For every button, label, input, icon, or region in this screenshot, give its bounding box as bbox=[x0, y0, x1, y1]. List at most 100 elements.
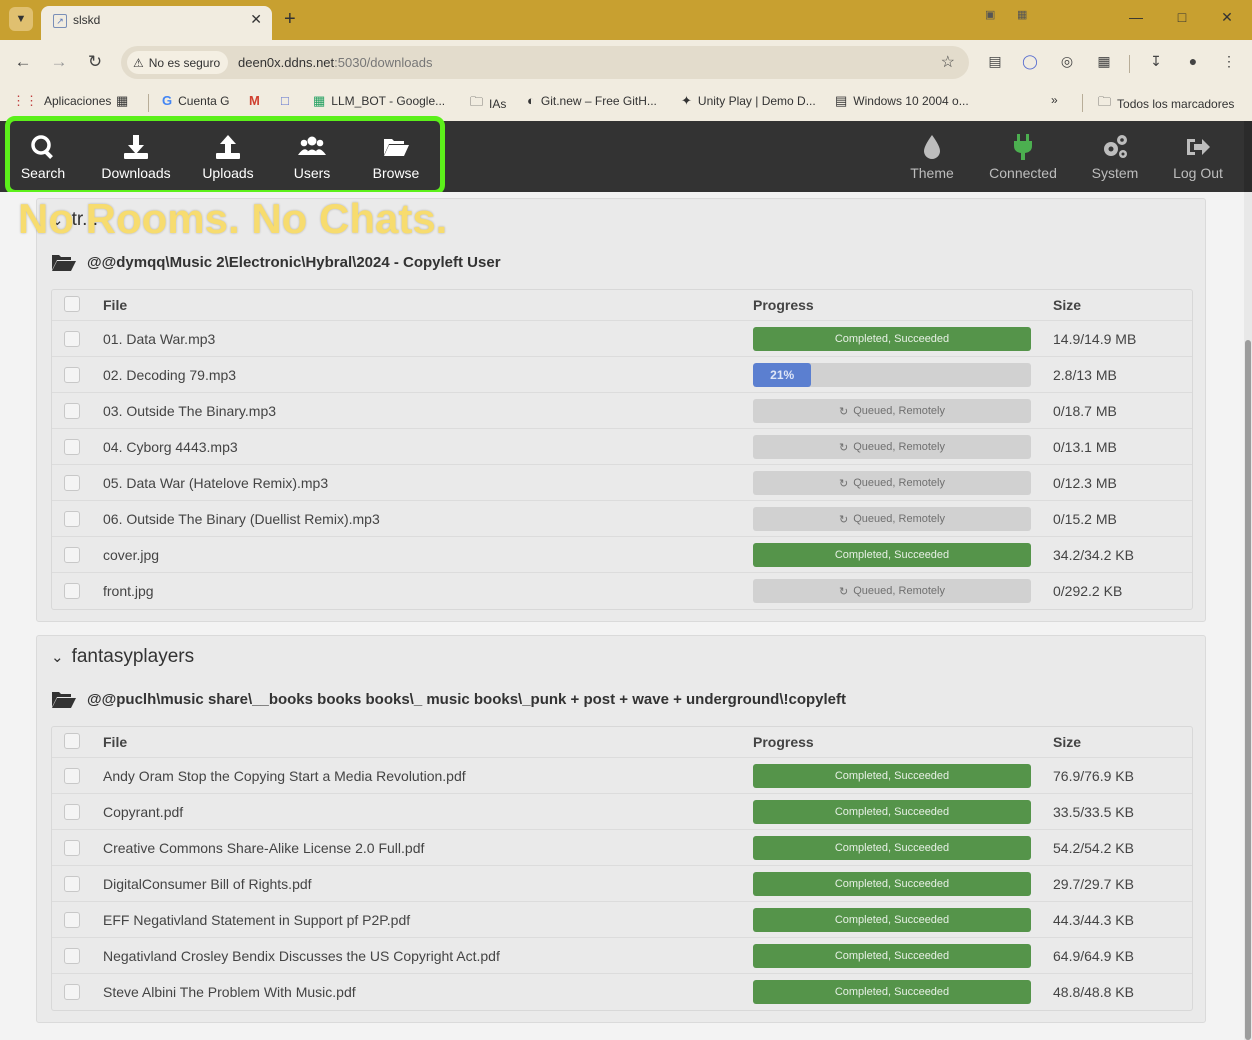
nav-system[interactable]: System bbox=[1085, 121, 1145, 192]
table-row[interactable]: Andy Oram Stop the Copying Start a Media… bbox=[52, 758, 1192, 794]
minimize-button[interactable]: — bbox=[1126, 9, 1146, 25]
bookmark-star-icon[interactable]: ☆ bbox=[941, 52, 955, 72]
progress-bar-completed: Completed, Succeeded bbox=[753, 908, 1031, 932]
bookmark-apps[interactable]: ⋮⋮ Aplicaciones bbox=[12, 93, 111, 109]
upload-icon bbox=[216, 134, 240, 159]
row-checkbox[interactable] bbox=[64, 439, 80, 455]
row-checkbox[interactable] bbox=[64, 768, 80, 784]
row-checkbox[interactable] bbox=[64, 511, 80, 527]
table-row[interactable]: EFF Negativland Statement in Support pf … bbox=[52, 902, 1192, 938]
nav-search[interactable]: Search bbox=[13, 121, 73, 192]
extension-w-icon[interactable]: ◎ bbox=[1057, 53, 1077, 70]
nav-theme[interactable]: Theme bbox=[902, 121, 962, 192]
security-chip[interactable]: ⚠ No es seguro bbox=[127, 51, 229, 74]
table-row[interactable]: 01. Data War.mp3 Completed, Succeeded 14.9… bbox=[52, 321, 1192, 357]
bookmark-windows[interactable]: ▤ Windows 10 2004 o... bbox=[835, 93, 969, 109]
nav-users[interactable]: Users bbox=[282, 121, 342, 192]
table-row[interactable]: 02. Decoding 79.mp3 21% 2.8/13 MB bbox=[52, 357, 1192, 393]
row-checkbox[interactable] bbox=[64, 984, 80, 1000]
forward-button[interactable]: → bbox=[47, 52, 71, 72]
browser-tab[interactable]: ↗ slskd ✕ bbox=[41, 6, 272, 40]
group-header[interactable]: ⌄ fantasyplayers bbox=[51, 646, 194, 668]
keyboard-icon[interactable]: ▦ bbox=[1017, 8, 1027, 21]
tab-title: slskd bbox=[73, 13, 101, 27]
nav-uploads[interactable]: Uploads bbox=[193, 121, 263, 192]
table-row[interactable]: 05. Data War (Hatelove Remix).mp3 ↻ Queued… bbox=[52, 465, 1192, 501]
row-checkbox[interactable] bbox=[64, 948, 80, 964]
new-tab-button[interactable]: + bbox=[284, 7, 296, 31]
nav-logout[interactable]: Log Out bbox=[1168, 121, 1228, 192]
address-bar[interactable]: ⚠ No es seguro deen0x.ddns.net:5030/down… bbox=[121, 46, 969, 79]
all-bookmarks[interactable]: 🗀 Todos los marcadores bbox=[1098, 93, 1234, 115]
row-checkbox[interactable] bbox=[64, 876, 80, 892]
row-checkbox[interactable] bbox=[64, 475, 80, 491]
nav-label: Search bbox=[20, 164, 66, 181]
cast-icon[interactable]: ▣ bbox=[985, 8, 995, 21]
row-checkbox[interactable] bbox=[64, 912, 80, 928]
folder-open-icon bbox=[52, 255, 76, 271]
file-size: 54.2/54.2 KB bbox=[1053, 840, 1134, 856]
extension-doc-icon[interactable]: ▤ bbox=[985, 53, 1005, 70]
file-size: 64.9/64.9 KB bbox=[1053, 948, 1134, 964]
downloads-icon[interactable]: ↧ bbox=[1146, 53, 1166, 70]
select-all-checkbox[interactable] bbox=[64, 296, 80, 312]
row-checkbox[interactable] bbox=[64, 367, 80, 383]
table-row[interactable]: Creative Commons Share-Alike License 2.0… bbox=[52, 830, 1192, 866]
extensions-puzzle-icon[interactable]: ▦ bbox=[1094, 53, 1114, 70]
folder-open-icon bbox=[384, 138, 409, 156]
progress-cell: Completed, Succeeded bbox=[753, 980, 1031, 1004]
reload-button[interactable]: ↻ bbox=[83, 52, 107, 72]
scrollbar-thumb[interactable] bbox=[1245, 340, 1251, 1040]
file-size: 2.8/13 MB bbox=[1053, 367, 1117, 383]
table-row[interactable]: Copyrant.pdf Completed, Succeeded 33.5/33.… bbox=[52, 794, 1192, 830]
table-row[interactable]: DigitalConsumer Bill of Rights.pdf Comple… bbox=[52, 866, 1192, 902]
bookmark-gitnew[interactable]: ◐ Git.new – Free GitH... bbox=[527, 93, 657, 108]
row-checkbox[interactable] bbox=[64, 547, 80, 563]
table-row[interactable]: 04. Cyborg 4443.mp3 ↻ Queued, Remotely 0/13… bbox=[52, 429, 1192, 465]
row-checkbox[interactable] bbox=[64, 403, 80, 419]
chevron-down-icon[interactable]: ⌄ bbox=[51, 648, 64, 666]
bookmark-llm-bot[interactable]: ▦ LLM_BOT - Google... bbox=[313, 93, 445, 109]
url-text[interactable]: deen0x.ddns.net:5030/downloads bbox=[238, 55, 432, 70]
bookmark-translate[interactable]: □ bbox=[281, 93, 289, 108]
row-checkbox[interactable] bbox=[64, 840, 80, 856]
profile-avatar[interactable]: ● bbox=[1183, 53, 1203, 69]
table-row[interactable]: Steve Albini The Problem With Music.pdf C… bbox=[52, 974, 1192, 1010]
table-row[interactable]: cover.jpg Completed, Succeeded 34.2/34.2 K… bbox=[52, 537, 1192, 573]
nav-connected[interactable]: Connected bbox=[983, 121, 1063, 192]
directory-label: @@dymqq\Music 2\Electronic\Hybral\2024 -… bbox=[87, 253, 501, 271]
tab-close-icon[interactable]: ✕ bbox=[250, 11, 262, 28]
close-window-button[interactable]: ✕ bbox=[1217, 9, 1237, 26]
row-checkbox[interactable] bbox=[64, 331, 80, 347]
progress-bar-queued: ↻ Queued, Remotely bbox=[753, 579, 1031, 603]
back-button[interactable]: ← bbox=[11, 52, 35, 72]
file-size: 0/13.1 MB bbox=[1053, 439, 1117, 455]
bookmark-unity[interactable]: ✦ Unity Play | Demo D... bbox=[681, 93, 816, 109]
table-row[interactable]: front.jpg ↻ Queued, Remotely 0/292.2 KB bbox=[52, 573, 1192, 609]
table-row[interactable]: Negativland Crosley Bendix Discusses the… bbox=[52, 938, 1192, 974]
bookmark-gmail[interactable]: M bbox=[249, 93, 260, 108]
folder-icon: 🗀 bbox=[470, 94, 484, 109]
maximize-button[interactable]: □ bbox=[1172, 9, 1192, 25]
file-name: Negativland Crosley Bendix Discusses the… bbox=[103, 948, 500, 964]
nav-browse[interactable]: Browse bbox=[363, 121, 429, 192]
bookmark-cuenta-g[interactable]: G Cuenta G bbox=[162, 93, 230, 108]
tab-search-button[interactable]: ▼ bbox=[9, 7, 33, 31]
users-icon bbox=[298, 136, 326, 155]
page-scrollbar[interactable] bbox=[1244, 192, 1252, 1040]
refresh-icon: ↻ bbox=[839, 585, 849, 598]
progress-status: Completed, Succeeded bbox=[834, 986, 950, 998]
select-all-checkbox[interactable] bbox=[64, 733, 80, 749]
refresh-icon: ↻ bbox=[839, 477, 849, 490]
translate-extension-icon[interactable]: ◯ bbox=[1020, 53, 1040, 70]
nav-label: Downloads bbox=[101, 164, 171, 181]
bookmark-ias[interactable]: 🗀 IAs bbox=[470, 93, 506, 115]
nav-downloads[interactable]: Downloads bbox=[96, 121, 176, 192]
browser-menu-icon[interactable]: ⋮ bbox=[1219, 53, 1239, 70]
row-checkbox[interactable] bbox=[64, 804, 80, 820]
table-row[interactable]: 03. Outside The Binary.mp3 ↻ Queued, Remot… bbox=[52, 393, 1192, 429]
row-checkbox[interactable] bbox=[64, 583, 80, 599]
table-row[interactable]: 06. Outside The Binary (Duellist Remix).… bbox=[52, 501, 1192, 537]
bookmarks-overflow-button[interactable]: » bbox=[1051, 93, 1058, 107]
bookmark-grid[interactable]: ▦ bbox=[116, 93, 128, 109]
